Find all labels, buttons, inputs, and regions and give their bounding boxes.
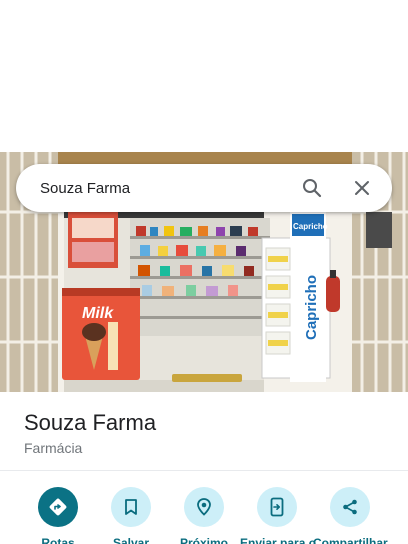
sign-milk-text: Milk xyxy=(82,305,114,322)
action-row: Rotas Salvar Próximo Enviar para o Compa… xyxy=(0,487,408,544)
nearby-button[interactable]: Próximo xyxy=(167,487,241,544)
save-label: Salvar xyxy=(112,536,150,544)
search-icon xyxy=(303,179,322,198)
close-icon xyxy=(355,181,369,195)
nearby-label: Próximo xyxy=(179,536,228,544)
search-input[interactable]: Souza Farma xyxy=(40,180,294,197)
clear-search-button[interactable] xyxy=(344,170,380,206)
place-info: Souza Farma Farmácia xyxy=(24,409,156,458)
share-button[interactable]: Compartilhar xyxy=(313,487,388,544)
bookmark-icon xyxy=(125,499,137,515)
sign-capricho-top: Capricho xyxy=(293,222,328,231)
share-label: Compartilhar xyxy=(313,536,388,544)
search-bar[interactable]: Souza Farma xyxy=(16,164,392,212)
search-button[interactable] xyxy=(294,170,330,206)
sign-capricho-side: Capricho xyxy=(303,275,320,340)
send-to-phone-label: Enviar para o xyxy=(240,536,317,544)
send-to-phone-icon xyxy=(270,497,284,517)
save-button[interactable]: Salvar xyxy=(94,487,168,544)
directions-label: Rotas xyxy=(41,536,75,544)
directions-button[interactable]: Rotas xyxy=(21,487,95,544)
nearby-icon xyxy=(197,498,211,516)
directions-icon xyxy=(49,498,67,516)
place-category: Farmácia xyxy=(24,440,83,456)
divider xyxy=(0,470,408,471)
send-to-phone-button[interactable]: Enviar para o xyxy=(240,487,317,544)
place-title: Souza Farma xyxy=(24,410,157,435)
share-icon xyxy=(343,499,357,515)
